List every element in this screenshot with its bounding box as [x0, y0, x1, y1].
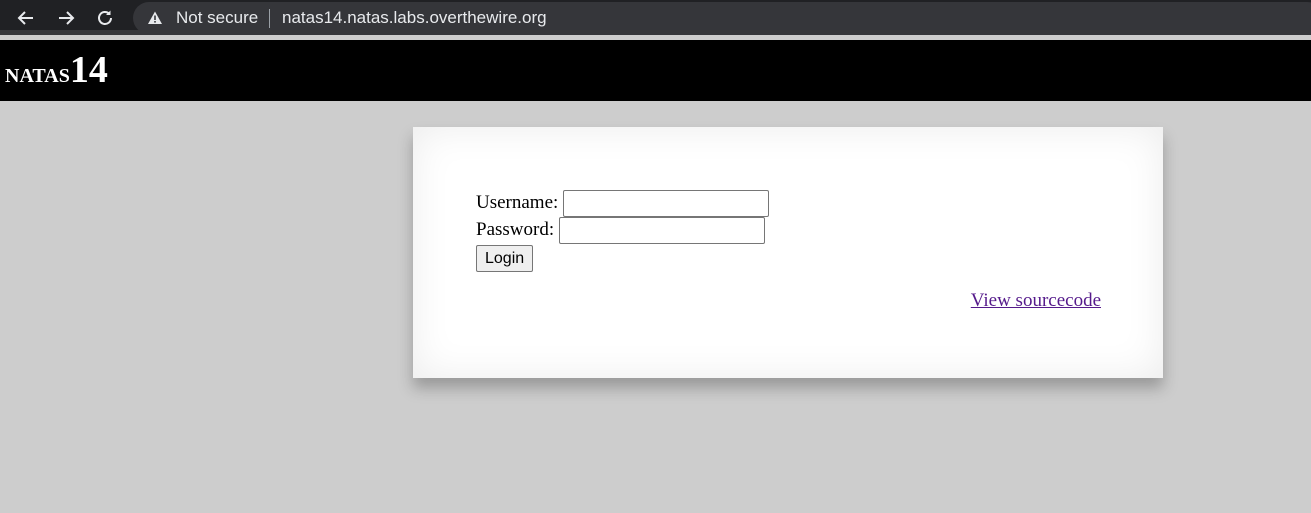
omnibox-divider: [269, 9, 270, 28]
login-button[interactable]: Login: [476, 245, 534, 272]
reload-icon[interactable]: [92, 5, 118, 31]
view-sourcecode-link[interactable]: View sourcecode: [971, 290, 1101, 312]
username-row: Username:: [476, 189, 770, 217]
warning-icon[interactable]: [147, 10, 163, 26]
login-card: Username: Password: Login View sourcecod…: [413, 127, 1163, 378]
browser-toolbar: Not secure natas14.natas.labs.overthewir…: [0, 0, 1311, 35]
forward-arrow-icon[interactable]: [53, 5, 79, 31]
page-header: natas14: [0, 40, 1311, 101]
address-bar[interactable]: Not secure natas14.natas.labs.overthewir…: [133, 2, 1311, 34]
title-number: 14: [69, 49, 108, 91]
password-input[interactable]: [559, 216, 766, 244]
password-row: Password:: [476, 216, 766, 244]
security-status[interactable]: Not secure: [176, 8, 258, 28]
password-label: Password:: [476, 219, 555, 240]
page-title: natas14: [5, 50, 108, 98]
username-label: Username:: [476, 192, 559, 213]
back-arrow-icon[interactable]: [13, 5, 39, 31]
title-word: natas: [5, 58, 70, 89]
username-input[interactable]: [563, 189, 770, 217]
url-text[interactable]: natas14.natas.labs.overthewire.org: [282, 8, 547, 28]
